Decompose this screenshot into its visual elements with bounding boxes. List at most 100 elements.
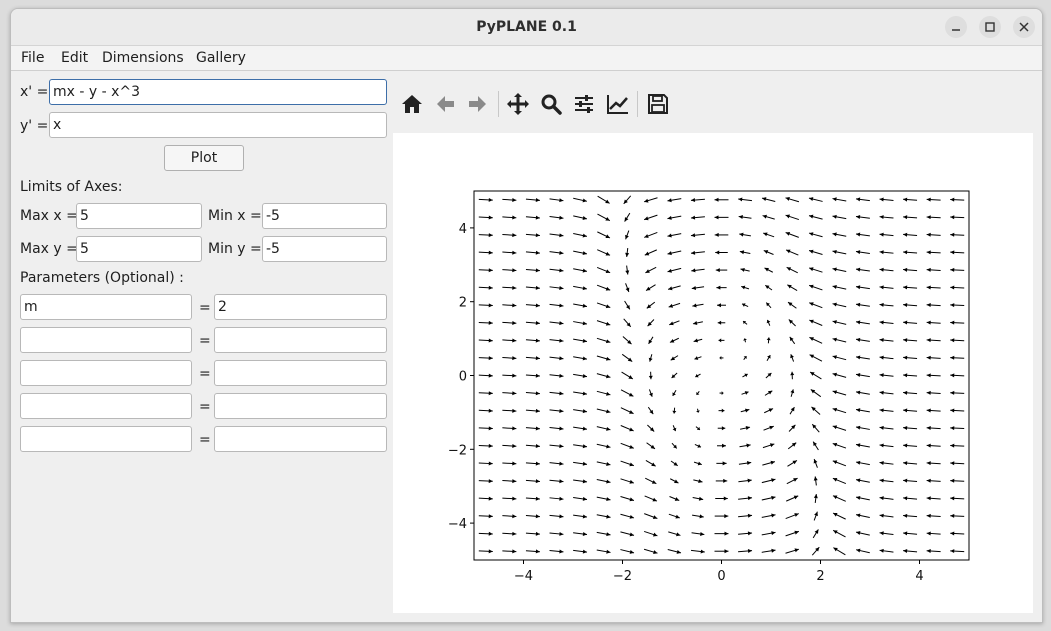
quiver-arrow-head <box>721 391 724 396</box>
quiver-arrow-head <box>606 462 611 466</box>
quiver-arrow-head <box>606 409 611 414</box>
quiver-arrow-head <box>926 461 931 466</box>
min-x-input[interactable]: -5 <box>262 203 387 229</box>
y-tick-label: 0 <box>459 370 467 385</box>
quiver-arrow-head <box>950 390 955 395</box>
back-button[interactable] <box>432 91 458 117</box>
quiver-arrow-head <box>535 408 540 413</box>
plot-canvas[interactable]: −4 −2 0 2 4 −4 −2 0 2 4 <box>393 133 1033 613</box>
quiver-arrow-head <box>950 232 955 237</box>
quiver-arrow-head <box>698 496 704 501</box>
x-tick-label: 0 <box>717 569 725 584</box>
maximize-button[interactable] <box>979 16 1001 38</box>
parameter-name-input[interactable] <box>20 327 192 353</box>
quiver-arrow-head <box>698 479 703 484</box>
quiver-arrow-head <box>926 496 931 501</box>
quiver-arrow-head <box>785 214 790 219</box>
quiver-arrow-head <box>488 443 493 448</box>
menu-edit[interactable]: Edit <box>61 50 88 66</box>
quiver-arrow-head <box>488 549 493 554</box>
quiver-arrow-head <box>488 373 493 378</box>
quiver-arrow-head <box>535 303 540 308</box>
configure-subplots-button[interactable] <box>571 91 597 117</box>
quiver-arrow-head <box>512 250 517 255</box>
quiver-arrow-head <box>739 232 744 237</box>
quiver-arrow-head <box>559 549 564 554</box>
quiver-arrow-head <box>903 390 908 395</box>
menu-file[interactable]: File <box>21 50 44 66</box>
quiver-arrow-head <box>721 408 725 413</box>
quiver-arrow-head <box>690 215 696 220</box>
quiver-arrow-head <box>582 409 587 414</box>
quiver-arrow-head <box>606 497 611 502</box>
quiver-arrow-head <box>856 460 861 465</box>
quiver-arrow-head <box>903 232 908 237</box>
quiver-arrow-head <box>535 496 540 501</box>
quiver-arrow-head <box>832 442 838 447</box>
x-prime-input[interactable]: mx - y - x^3 <box>49 79 387 105</box>
quiver-arrow-head <box>740 267 745 272</box>
max-x-input[interactable]: 5 <box>76 203 202 229</box>
quiver-arrow-head <box>809 214 814 219</box>
zoom-button[interactable] <box>538 91 564 117</box>
plot-button[interactable]: Plot <box>164 145 244 171</box>
x-axis-ticks: −4 −2 0 2 4 <box>514 560 924 584</box>
quiver-arrow-head <box>606 549 611 554</box>
quiver-arrow-head <box>950 496 955 501</box>
menu-gallery[interactable]: Gallery <box>196 50 246 66</box>
parameter-name-input[interactable] <box>20 393 192 419</box>
parameter-value-input[interactable] <box>214 426 387 452</box>
minimize-button[interactable] <box>945 16 967 38</box>
quiver-arrow-head <box>535 338 540 343</box>
pan-button[interactable] <box>505 91 531 117</box>
quiver-arrow-head <box>582 391 587 396</box>
quiver-arrow-head <box>606 444 611 449</box>
quiver-arrow-head <box>512 514 517 519</box>
quiver-arrow-head <box>926 303 931 308</box>
quiver-arrow-head <box>629 532 634 537</box>
quiver-arrow-head <box>535 373 540 378</box>
quiver-arrow-head <box>950 285 955 290</box>
quiver-arrow-head <box>903 338 908 343</box>
quiver-arrow-head <box>512 303 517 308</box>
quiver-arrow-head <box>535 198 540 203</box>
close-button[interactable] <box>1013 16 1035 38</box>
home-button[interactable] <box>399 91 425 117</box>
quiver-arrow-head <box>926 443 931 448</box>
quiver-arrow-head <box>950 303 955 308</box>
y-axis-ticks: −4 −2 0 2 4 <box>448 222 474 532</box>
edit-axis-button[interactable] <box>605 91 631 117</box>
parameter-value-input[interactable] <box>214 327 387 353</box>
configure-subplots-icon <box>575 95 593 113</box>
forward-button[interactable] <box>465 91 491 117</box>
maximize-icon <box>985 22 995 32</box>
quiver-arrow-head <box>692 321 698 325</box>
parameter-name-input[interactable] <box>20 360 192 386</box>
parameter-value-input[interactable]: 2 <box>214 294 387 320</box>
quiver-arrow-head <box>699 514 704 519</box>
max-y-input[interactable]: 5 <box>76 236 202 262</box>
parameter-name-input[interactable] <box>20 426 192 452</box>
quiver-arrow-head <box>763 232 768 237</box>
quiver-arrow-head <box>903 513 908 518</box>
parameter-value-input[interactable] <box>214 393 387 419</box>
menu-dimensions[interactable]: Dimensions <box>102 50 184 66</box>
parameter-value-input[interactable] <box>214 360 387 386</box>
quiver-arrow-head <box>535 549 540 554</box>
quiver-arrow-head <box>714 197 719 202</box>
quiver-arrow-head <box>879 250 884 255</box>
quiver-arrow-head <box>675 514 680 519</box>
save-button[interactable] <box>645 91 671 117</box>
min-y-input[interactable]: -5 <box>262 236 387 262</box>
quiver-arrow-head <box>606 426 611 431</box>
quiver-arrow-head <box>512 461 517 466</box>
parameter-name-input[interactable]: m <box>20 294 192 320</box>
y-prime-input[interactable]: x <box>49 112 387 138</box>
quiver-arrow-head <box>512 233 517 238</box>
quiver-arrow-head <box>926 250 931 255</box>
quiver-arrow-head <box>582 233 587 238</box>
quiver-arrow-head <box>950 408 955 413</box>
quiver-arrow-head <box>535 426 540 431</box>
quiver-arrow-head <box>950 320 955 325</box>
quiver-arrow-head <box>488 338 493 343</box>
